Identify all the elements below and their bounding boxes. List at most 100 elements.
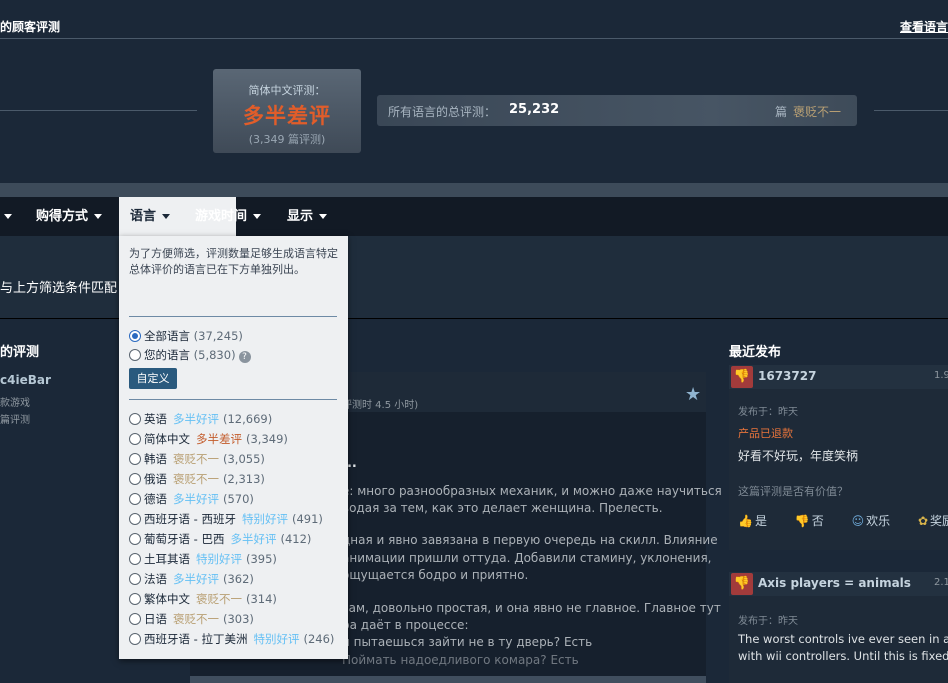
language-rating: 特别好评 (253, 632, 300, 646)
radio-icon (129, 493, 141, 505)
reviewer-reviews-count[interactable]: 篇评测 (0, 411, 30, 426)
language-name: 日语 (144, 612, 167, 626)
radio-icon (129, 349, 141, 361)
chevron-down-icon (162, 214, 171, 219)
dropdown-note: 为了方便筛选，评测数量足够生成语言特定总体评价的语言已在下方单独列出。 (129, 247, 338, 276)
review-playtime: 评测时 4.5 小时) (342, 400, 419, 411)
vote-no-button[interactable]: 👎 否 (795, 514, 836, 528)
language-option[interactable]: 西班牙语 - 西班牙 特别好评 (491) (129, 511, 323, 527)
recent-heading: 最近发布 (729, 345, 782, 360)
recent-review-text: with wii controllers. Until this is fixe… (738, 649, 948, 663)
award-button[interactable]: ✿奖励 (918, 514, 948, 528)
filter-playtime[interactable]: 游戏时间 (195, 197, 262, 236)
filter-display[interactable]: 显示 (287, 197, 328, 236)
radio-all-languages[interactable]: 全部语言 (37,245) (129, 328, 243, 344)
view-language-link[interactable]: 查看语言 (900, 18, 948, 35)
vote-label: 否 (811, 514, 824, 528)
review-filter-bar: 购得方式 语言 游戏时间 显示 (0, 197, 948, 236)
all-languages-label: 所有语言的总评测： (388, 105, 497, 119)
review-text-line: ра даёт в процессе: (342, 618, 469, 632)
radio-icon (129, 633, 141, 645)
recent-reviewer-name[interactable]: Axis players = animals (758, 576, 911, 590)
filter-label: 语言 (130, 209, 157, 224)
language-option[interactable]: 韩语 褒贬不一 (3,055) (129, 451, 265, 467)
thumbs-up-icon: 👍 (738, 514, 753, 528)
help-icon[interactable]: ? (238, 351, 251, 363)
radio-icon (129, 433, 141, 445)
language-option[interactable]: 法语 多半好评 (362) (129, 571, 254, 587)
recent-reviewer-name[interactable]: 1673727 (758, 369, 816, 383)
recent-review-header[interactable]: 👎 Axis players = animals 2.1 (729, 572, 948, 596)
section-band (0, 183, 948, 197)
review-text-line: дная и явно завязана в первую очередь на… (342, 533, 718, 547)
chevron-down-icon (319, 214, 328, 219)
reviewer-name[interactable]: c4ieBar (0, 373, 51, 387)
radio-icon (129, 573, 141, 585)
customize-button[interactable]: 自定义 (129, 368, 177, 389)
review-text-line: водая за тем, как это делает женщина. Пр… (342, 501, 663, 515)
language-option[interactable]: 西班牙语 - 拉丁美洲 特别好评 (246) (129, 631, 334, 647)
smile-icon: ☺ (851, 514, 865, 528)
option-count: (37,245) (193, 329, 243, 343)
language-option[interactable]: 土耳其语 特别好评 (395) (129, 551, 277, 567)
language-name: 英语 (144, 412, 167, 426)
language-count: (2,313) (223, 472, 265, 486)
language-name: 俄语 (144, 472, 167, 486)
language-name: 繁体中文 (144, 592, 190, 606)
radio-selected-icon (129, 330, 141, 342)
star-icon[interactable]: ★ (685, 384, 701, 405)
recent-review-card: 👎 Axis players = animals 2.1 发布于：昨天 The … (729, 572, 948, 683)
language-name: 葡萄牙语 - 巴西 (144, 532, 225, 546)
radio-icon (129, 613, 141, 625)
all-languages-count: 25,232 (509, 102, 560, 117)
language-option[interactable]: 简体中文 多半差评 (3,349) (129, 431, 288, 447)
language-name: 西班牙语 - 西班牙 (144, 512, 236, 526)
vote-yes-button[interactable]: 👍 是 (738, 514, 779, 528)
filter-label: 显示 (287, 209, 314, 224)
chevron-down-icon (253, 214, 262, 219)
divider (0, 38, 948, 39)
language-option[interactable]: 俄语 褒贬不一 (2,313) (129, 471, 265, 487)
score-count: (3,349 篇评测) (248, 133, 326, 146)
helpful-question: 这篇评测是否有价值？ (738, 485, 848, 498)
language-name: 韩语 (144, 452, 167, 466)
chevron-down-icon (4, 214, 12, 219)
language-count: (3,055) (223, 452, 265, 466)
language-count: (3,349) (246, 432, 288, 446)
radio-your-languages[interactable]: 您的语言 (5,830)? (129, 347, 251, 363)
thumbs-down-icon: 👎 (731, 573, 753, 595)
language-count: (570) (223, 492, 254, 506)
section-title: 的顾客评测 (0, 20, 61, 34)
recent-review-header[interactable]: 👎 1673727 1.9 (729, 365, 948, 389)
refund-badge: 产品已退款 (738, 427, 793, 440)
filter-purchase-type[interactable]: 购得方式 (36, 197, 103, 236)
vote-funny-button[interactable]: ☺ 欢乐 (852, 514, 903, 528)
score-rating: 多半差评 (243, 104, 331, 128)
vote-label: 奖励 (930, 514, 948, 528)
radio-icon (129, 533, 141, 545)
language-dropdown: 为了方便筛选，评测数量足够生成语言特定总体评价的语言已在下方单独列出。 全部语言… (119, 236, 348, 659)
language-option[interactable]: 德语 多半好评 (570) (129, 491, 254, 507)
language-option[interactable]: 繁体中文 褒贬不一 (314) (129, 591, 277, 607)
divider (0, 110, 197, 111)
language-rating: 褒贬不一 (173, 472, 219, 486)
reviewer-games-count[interactable]: 款游戏 (0, 394, 30, 409)
language-count: (12,669) (223, 412, 273, 426)
language-option[interactable]: 葡萄牙语 - 巴西 多半好评 (412) (129, 531, 311, 547)
review-text-line: ощущается бодро и приятно. (342, 568, 529, 582)
review-text-line: е: много разнообразных механик, и можно … (342, 484, 722, 498)
filter-summary-text: 与上方筛选条件匹配 (0, 281, 118, 296)
score-label: 简体中文评测： (248, 84, 326, 97)
recent-review-text: 好看不好玩，年度笑柄 (738, 449, 859, 463)
divider (129, 316, 337, 317)
thumbs-down-icon: 👎 (731, 366, 753, 388)
language-option[interactable]: 英语 多半好评 (12,669) (129, 411, 272, 427)
language-option[interactable]: 日语 褒贬不一 (303) (129, 611, 254, 627)
language-name: 简体中文 (144, 432, 190, 446)
filter-previous-caret[interactable] (0, 197, 12, 236)
radio-icon (129, 453, 141, 465)
language-count: (395) (246, 552, 277, 566)
all-languages-rating[interactable]: 褒贬不一 (793, 103, 841, 120)
recent-review-hours: 1.9 (934, 370, 948, 381)
divider (874, 110, 948, 111)
